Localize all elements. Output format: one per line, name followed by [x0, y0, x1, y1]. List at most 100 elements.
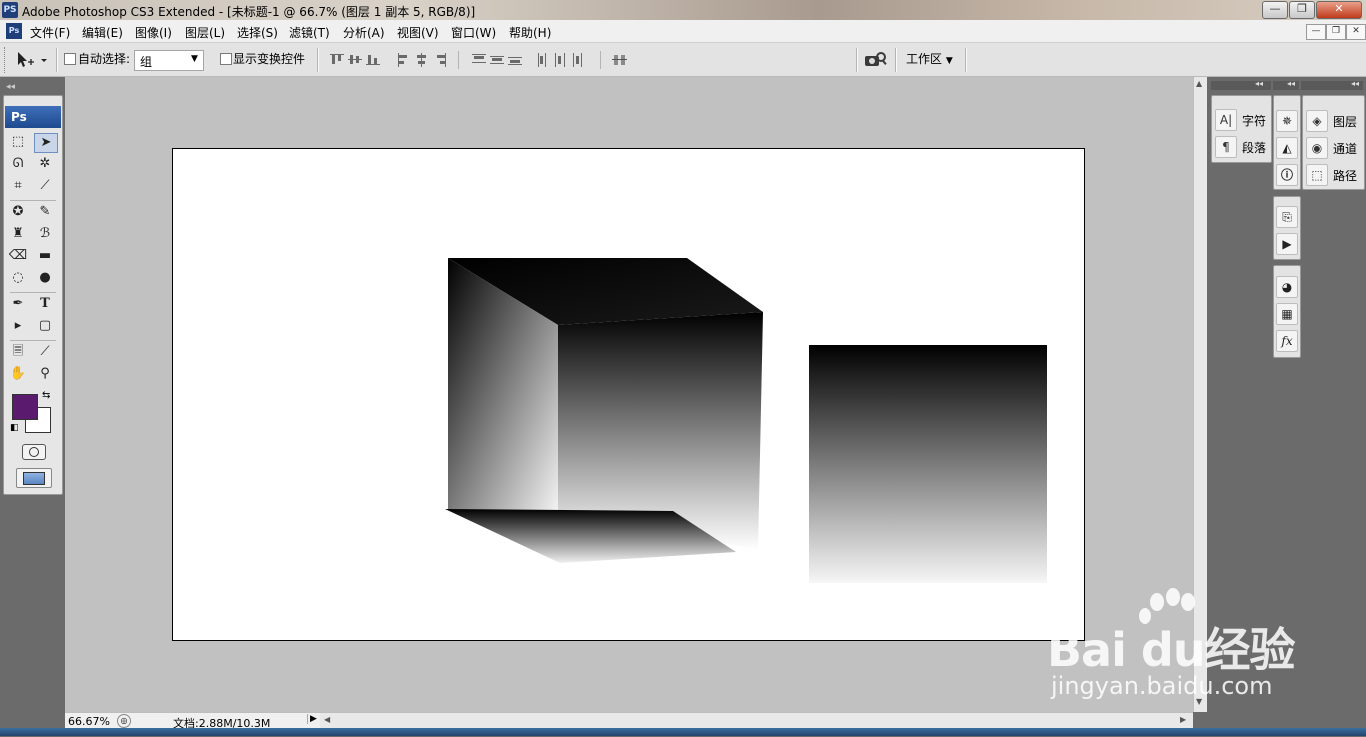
menu-image[interactable]: 图像(I) — [135, 24, 172, 41]
menu-select[interactable]: 选择(S) — [237, 24, 278, 41]
hand-tool-icon[interactable]: ✋ — [7, 365, 29, 383]
magic-wand-tool-icon[interactable]: ✲ — [34, 155, 56, 173]
scroll-right-icon[interactable]: ▶ — [1180, 715, 1186, 724]
options-grip[interactable] — [4, 47, 8, 73]
pen-tool-icon[interactable]: ✒ — [7, 295, 29, 313]
move-tool-icon[interactable]: ➤ — [34, 133, 58, 153]
color-palette-icon[interactable]: ◕ — [1276, 276, 1298, 298]
separator — [10, 200, 56, 201]
separator — [856, 48, 858, 72]
panel-item-layers[interactable]: ◈ 图层 — [1303, 108, 1364, 132]
window-title: Adobe Photoshop CS3 Extended - [未标题-1 @ … — [22, 5, 476, 19]
auto-select-checkbox[interactable] — [64, 53, 76, 65]
auto-select-label: 自动选择: — [78, 52, 131, 66]
show-transform-checkbox[interactable] — [220, 53, 232, 65]
blur-tool-icon[interactable]: ◌ — [7, 269, 29, 287]
distribute-bottom-icon — [508, 57, 522, 65]
vertical-scrollbar[interactable]: ▲ ▼ — [1193, 77, 1208, 712]
panel-item-channels[interactable]: ◉ 通道 — [1303, 135, 1364, 159]
zoom-tool-icon[interactable]: ⚲ — [34, 365, 56, 383]
histogram-icon[interactable]: ◭ — [1276, 137, 1298, 159]
separator — [56, 48, 58, 72]
os-taskbar — [0, 728, 1366, 736]
screen-mode-icon[interactable] — [16, 468, 52, 488]
type-tool-icon[interactable]: T — [34, 295, 56, 313]
healing-brush-tool-icon[interactable]: ✪ — [7, 203, 29, 221]
document-close-button[interactable]: ✕ — [1346, 24, 1366, 40]
panel-item-character[interactable]: A| 字符 — [1212, 107, 1271, 131]
document-restore-button[interactable]: ❐ — [1326, 24, 1346, 40]
panel-item-paragraph[interactable]: ¶ 段落 — [1212, 134, 1271, 158]
collapse-panel-icon[interactable]: ◂◂ — [1351, 79, 1359, 88]
crop-tool-icon[interactable]: ⌗ — [7, 177, 29, 195]
menu-layer[interactable]: 图层(L) — [185, 24, 225, 41]
character-icon: A| — [1215, 109, 1237, 131]
panel-group-swatches: ◕ ▦ fx — [1273, 265, 1301, 358]
status-menu-arrow-icon[interactable]: ▶ — [307, 714, 317, 724]
collapse-toolbox-icon[interactable]: ◂◂ — [6, 82, 15, 92]
path-selection-tool-icon[interactable]: ▸ — [7, 317, 29, 335]
menu-file[interactable]: 文件(F) — [30, 24, 70, 41]
document-minimize-button[interactable]: — — [1306, 24, 1326, 40]
default-colors-icon[interactable]: ◧ — [10, 423, 19, 433]
status-options-icon[interactable]: ◎ — [117, 714, 131, 728]
gradient-tool-icon[interactable]: ▬ — [34, 247, 56, 265]
align-right-icon — [437, 53, 446, 67]
close-button[interactable]: ✕ — [1316, 1, 1362, 19]
auto-select-dropdown[interactable]: 组 ▼ — [134, 50, 204, 71]
menu-analysis[interactable]: 分析(A) — [343, 24, 385, 41]
swap-colors-icon[interactable]: ⇆ — [42, 390, 50, 401]
marquee-tool-icon[interactable]: ⬚ — [7, 133, 29, 151]
lasso-tool-icon[interactable]: ᘏ — [7, 155, 29, 173]
align-vcenter-icon — [348, 55, 362, 64]
workspace-menu[interactable]: 工作区 ▼ — [906, 50, 953, 67]
dock-header[interactable] — [1273, 81, 1299, 90]
brush-tool-icon[interactable]: ✎ — [34, 203, 56, 221]
collapse-panel-icon[interactable]: ◂◂ — [1255, 79, 1263, 88]
menu-view[interactable]: 视图(V) — [397, 24, 439, 41]
menu-edit[interactable]: 编辑(E) — [82, 24, 123, 41]
history-icon[interactable]: ⎘ — [1276, 206, 1298, 228]
panel-label: 段落 — [1242, 141, 1267, 155]
clone-stamp-tool-icon[interactable]: ♜ — [7, 225, 29, 243]
history-brush-tool-icon[interactable]: ℬ — [34, 225, 56, 243]
foreground-color-swatch-top — [12, 394, 38, 420]
paths-icon: ⬚ — [1306, 164, 1328, 186]
align-hcenter-icon — [417, 53, 426, 67]
show-transform-label: 显示变换控件 — [233, 52, 306, 66]
menu-filter[interactable]: 滤镜(T) — [289, 24, 330, 41]
collapse-panel-icon[interactable]: ◂◂ — [1287, 79, 1295, 88]
eyedropper-tool-icon[interactable]: ⟋ — [34, 343, 56, 361]
scroll-down-icon[interactable]: ▼ — [1196, 697, 1202, 706]
minimize-button[interactable]: — — [1262, 1, 1288, 19]
quick-mask-icon[interactable] — [22, 444, 46, 460]
tool-preset-picker[interactable] — [14, 49, 50, 71]
toolbox-brand: Ps — [5, 106, 61, 128]
shape-tool-icon[interactable]: ▢ — [34, 317, 56, 335]
scroll-up-icon[interactable]: ▲ — [1196, 79, 1202, 88]
swatches-icon[interactable]: ▦ — [1276, 303, 1298, 325]
canvas-artwork — [445, 258, 1047, 583]
bridge-icon[interactable] — [864, 50, 888, 70]
actions-icon[interactable]: ▶ — [1276, 233, 1298, 255]
zoom-level[interactable]: 66.67% — [68, 715, 110, 728]
auto-align-icon[interactable] — [612, 52, 628, 68]
toolbox: Ps ⬚ ➤ ᘏ ✲ ⌗ ⟋ ✪ ✎ ♜ ℬ ⌫ ▬ ◌ ● ✒ T ▸ ▢ 🗏… — [3, 95, 63, 495]
menu-window[interactable]: 窗口(W) — [451, 24, 496, 41]
dodge-tool-icon[interactable]: ● — [34, 269, 56, 287]
workspace-label: 工作区 — [906, 52, 943, 66]
scroll-left-icon[interactable]: ◀ — [324, 715, 330, 724]
eraser-tool-icon[interactable]: ⌫ — [7, 247, 29, 265]
navigator-icon[interactable]: ✵ — [1276, 110, 1298, 132]
title-bar: PS Adobe Photoshop CS3 Extended - [未标题-1… — [0, 0, 1366, 20]
document-icon[interactable]: Ps — [6, 23, 22, 39]
horizontal-scrollbar[interactable]: ◀ ▶ — [320, 712, 1193, 728]
info-icon[interactable]: ⓘ — [1276, 164, 1298, 186]
menu-help[interactable]: 帮助(H) — [509, 24, 551, 41]
slice-tool-icon[interactable]: ⟋ — [34, 177, 56, 195]
styles-icon[interactable]: fx — [1276, 330, 1298, 352]
panel-item-paths[interactable]: ⬚ 路径 — [1303, 162, 1364, 186]
maximize-button[interactable]: ❐ — [1289, 1, 1315, 19]
document-canvas[interactable] — [172, 148, 1085, 641]
notes-tool-icon[interactable]: 🗏 — [7, 343, 29, 361]
